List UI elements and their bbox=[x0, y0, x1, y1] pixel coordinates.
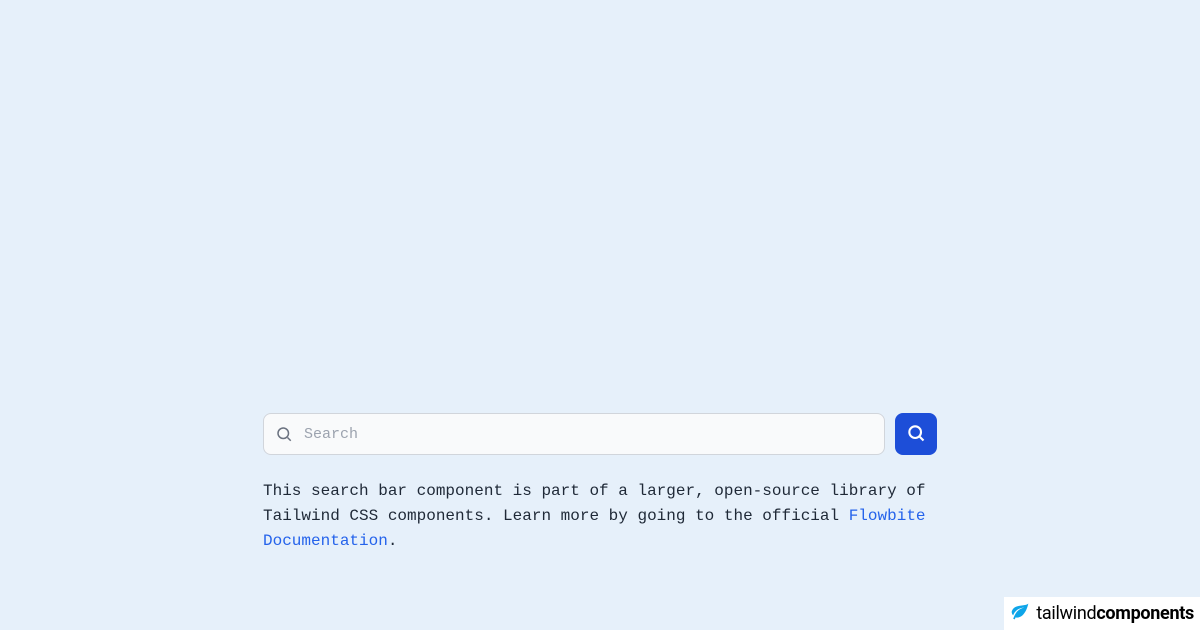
search-input[interactable] bbox=[263, 413, 885, 455]
search-button[interactable] bbox=[895, 413, 937, 455]
brand-text: tailwindcomponents bbox=[1036, 603, 1194, 624]
brand-suffix: components bbox=[1096, 603, 1194, 624]
search-input-wrapper bbox=[263, 413, 885, 455]
description-before: This search bar component is part of a l… bbox=[263, 482, 926, 525]
brand-prefix: tailwind bbox=[1036, 603, 1096, 624]
tailwind-components-branding: tailwindcomponents bbox=[1004, 597, 1200, 630]
leaf-icon bbox=[1010, 601, 1030, 626]
search-bar bbox=[263, 413, 937, 455]
description-text: This search bar component is part of a l… bbox=[263, 479, 937, 553]
search-icon bbox=[906, 423, 926, 446]
description-after: . bbox=[388, 532, 398, 550]
